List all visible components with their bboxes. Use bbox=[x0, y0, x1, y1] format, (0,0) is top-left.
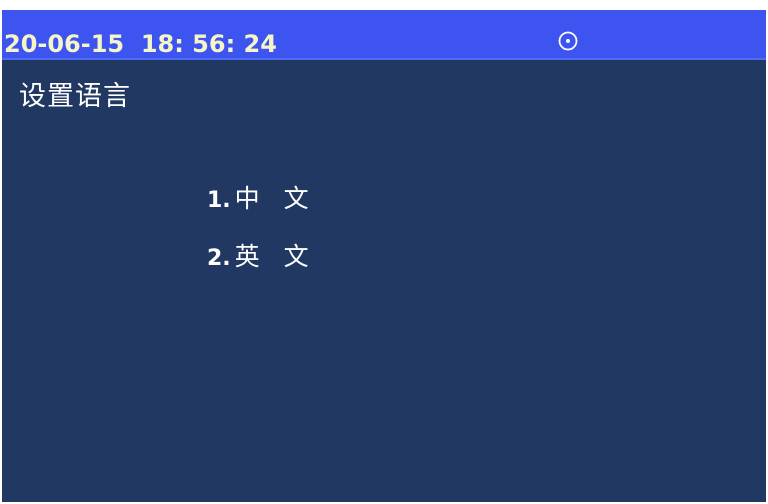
menu-item-number: 2. bbox=[207, 246, 231, 271]
screen: 20-06-15 18: 56: 24 设置语言 1. 中 文 2. 英 文 bbox=[2, 10, 766, 502]
menu-item-number: 1. bbox=[207, 188, 231, 213]
target-circle-icon bbox=[557, 30, 579, 52]
menu-item-english[interactable]: 2. 英 文 bbox=[207, 238, 317, 276]
menu-item-label: 中 文 bbox=[234, 184, 317, 213]
status-bar: 20-06-15 18: 56: 24 bbox=[2, 10, 766, 60]
menu-item-label: 英 文 bbox=[234, 242, 317, 271]
menu-item-chinese[interactable]: 1. 中 文 bbox=[207, 180, 317, 218]
page-title: 设置语言 bbox=[19, 81, 131, 112]
datetime-display: 20-06-15 18: 56: 24 bbox=[4, 30, 277, 58]
